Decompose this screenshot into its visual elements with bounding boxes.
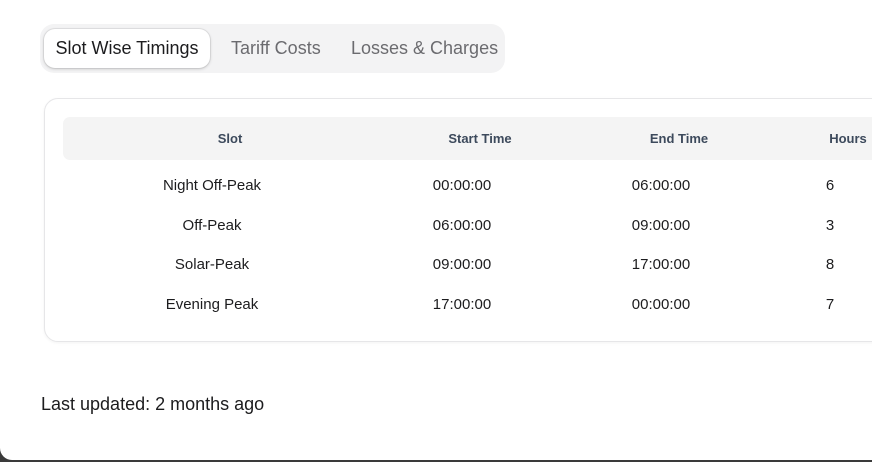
tab-losses-charges[interactable]: Losses & Charges — [351, 29, 498, 68]
table-header: Slot Start Time End Time Hours — [63, 117, 872, 160]
slot-timings-card: Slot Start Time End Time Hours Night Off… — [44, 98, 872, 342]
slot-cell: Off-Peak — [182, 217, 242, 234]
tab-bar: Slot Wise Timings Tariff Costs Losses & … — [40, 24, 505, 73]
start-time-cell: 06:00:00 — [432, 217, 492, 234]
column-header-end-time: End Time — [649, 131, 709, 146]
end-time-cell: 06:00:00 — [631, 177, 691, 194]
slot-timings-page: Slot Wise Timings Tariff Costs Losses & … — [0, 0, 872, 460]
tab-tariff-costs[interactable]: Tariff Costs — [231, 29, 321, 68]
end-time-cell: 00:00:00 — [631, 296, 691, 313]
table-row: Solar-Peak 09:00:00 17:00:00 8 — [45, 245, 872, 285]
end-time-cell: 09:00:00 — [631, 217, 691, 234]
start-time-cell: 09:00:00 — [432, 256, 492, 273]
hours-cell: 3 — [825, 217, 835, 234]
column-header-start-time: Start Time — [448, 131, 512, 146]
column-header-hours: Hours — [829, 131, 867, 146]
column-header-slot: Slot — [217, 131, 243, 146]
slot-cell: Night Off-Peak — [162, 177, 262, 194]
hours-cell: 6 — [825, 177, 835, 194]
last-updated-text: Last updated: 2 months ago — [41, 394, 265, 414]
table-row: Evening Peak 17:00:00 00:00:00 7 — [45, 285, 872, 325]
table-row: Night Off-Peak 00:00:00 06:00:00 6 — [45, 166, 872, 206]
slot-cell: Solar-Peak — [174, 256, 250, 273]
end-time-cell: 17:00:00 — [631, 256, 691, 273]
hours-cell: 8 — [825, 256, 835, 273]
hours-cell: 7 — [825, 296, 835, 313]
start-time-cell: 17:00:00 — [432, 296, 492, 313]
tab-slot-wise-timings[interactable]: Slot Wise Timings — [44, 29, 210, 68]
start-time-cell: 00:00:00 — [432, 177, 492, 194]
slot-cell: Evening Peak — [165, 296, 259, 313]
table-row: Off-Peak 06:00:00 09:00:00 3 — [45, 206, 872, 246]
